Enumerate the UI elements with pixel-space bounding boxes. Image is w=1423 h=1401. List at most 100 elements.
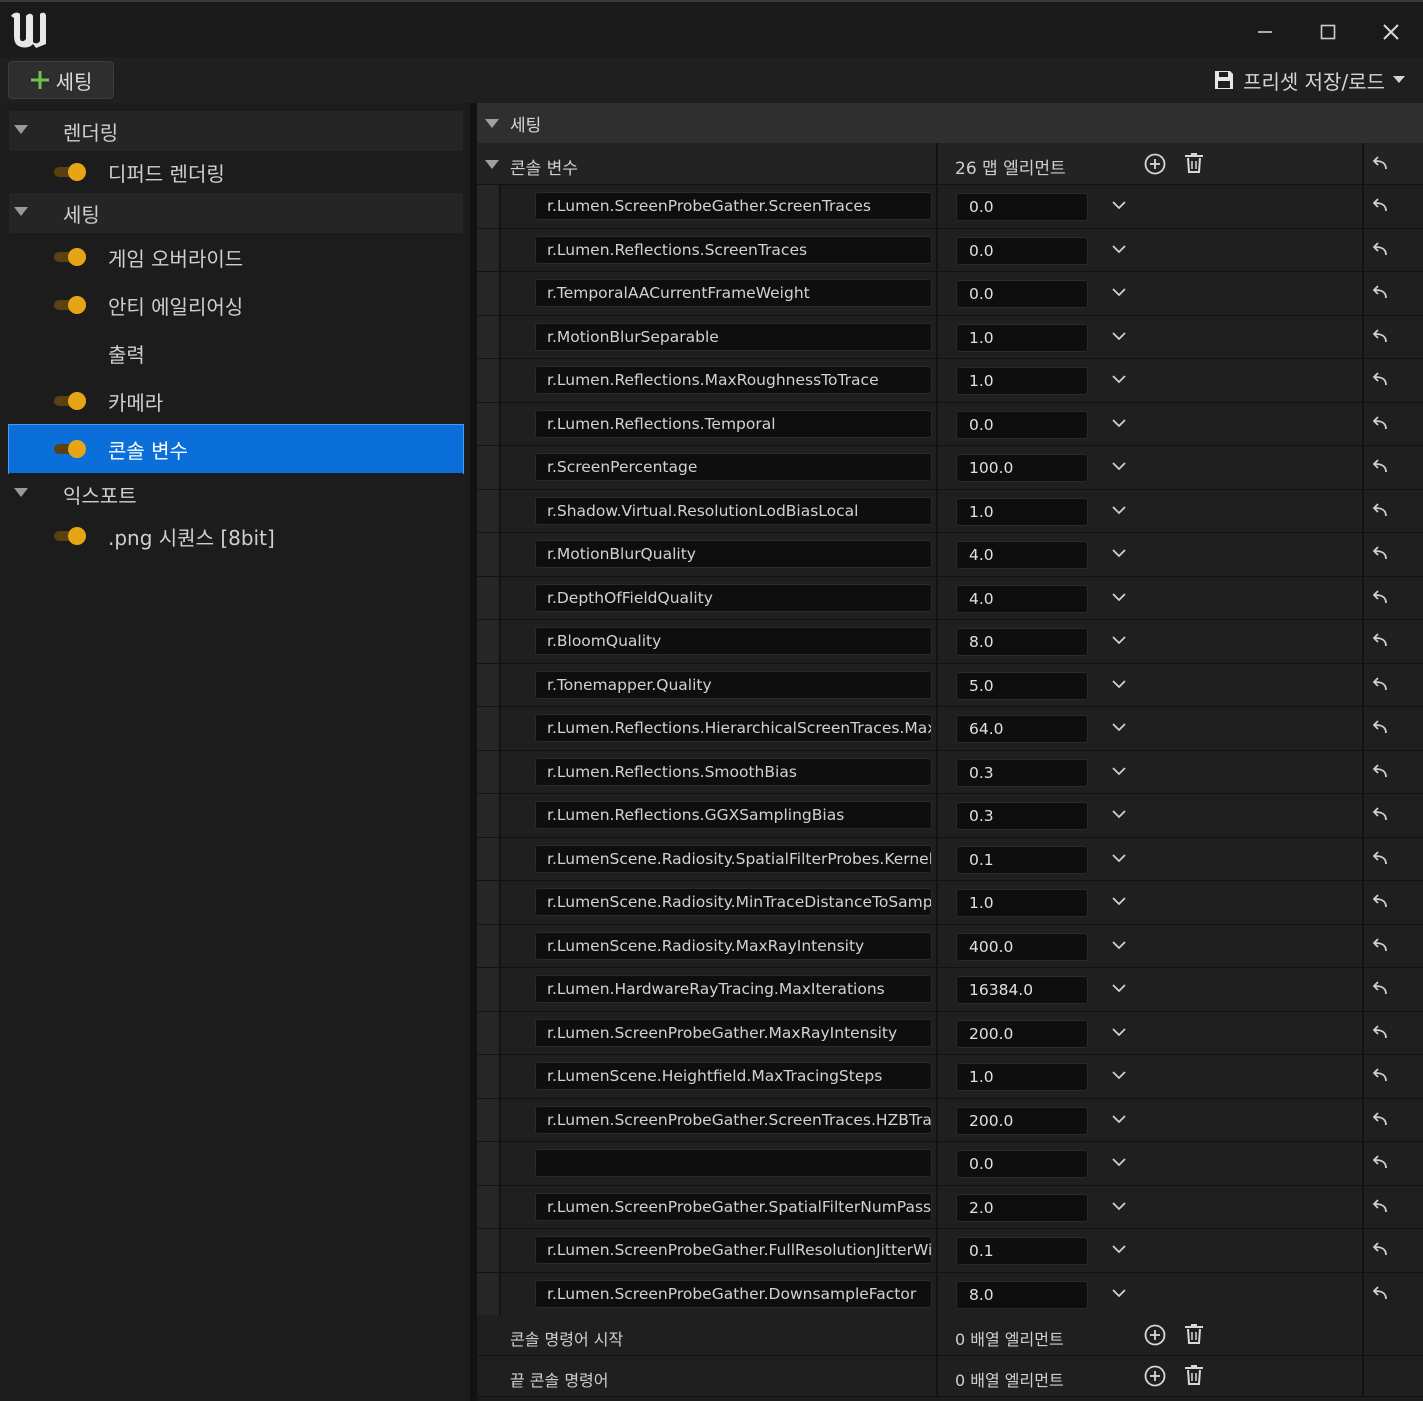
chevron-down-icon[interactable] (1110, 936, 1128, 954)
reset-to-default-icon[interactable] (1370, 979, 1390, 999)
chevron-down-icon[interactable] (1110, 457, 1128, 475)
category-group-rendering[interactable]: 렌더링 (9, 111, 463, 151)
chevron-down-icon[interactable] (1110, 1110, 1128, 1128)
chevron-down-icon[interactable] (1110, 1197, 1128, 1215)
cvar-key-input[interactable]: r.Lumen.Reflections.MaxRoughnessToTrace (535, 366, 932, 394)
cvar-key-input[interactable]: r.Lumen.Reflections.ScreenTraces (535, 235, 932, 264)
cvar-value-input[interactable]: 400.0 (956, 932, 1088, 961)
enable-toggle[interactable] (54, 296, 86, 314)
reset-to-default-icon[interactable] (1370, 718, 1390, 738)
reset-to-default-icon[interactable] (1370, 154, 1390, 174)
trash-icon[interactable] (1184, 1364, 1204, 1386)
reset-to-default-icon[interactable] (1370, 675, 1390, 695)
chevron-down-icon[interactable] (1110, 414, 1128, 432)
cvar-value-input[interactable]: 8.0 (956, 628, 1088, 656)
cvar-value-input[interactable]: 0.0 (956, 236, 1088, 265)
cvar-key-input[interactable]: r.Lumen.ScreenProbeGather.MaxRayIntensit… (535, 1018, 932, 1047)
cvar-value-input[interactable]: 8.0 (956, 1280, 1088, 1309)
add-settings-button[interactable]: 세팅 (8, 61, 114, 99)
cvar-value-input[interactable]: 0.3 (956, 802, 1088, 830)
cvar-key-input[interactable]: r.Lumen.ScreenProbeGather.SpatialFilterN… (535, 1192, 932, 1221)
reset-to-default-icon[interactable] (1370, 283, 1390, 303)
cvar-key-input[interactable]: r.ScreenPercentage (535, 453, 932, 481)
chevron-down-icon[interactable] (1110, 979, 1128, 997)
reset-to-default-icon[interactable] (1370, 1110, 1390, 1130)
chevron-down-icon[interactable] (1110, 283, 1128, 301)
cvar-key-input[interactable]: r.Lumen.Reflections.HierarchicalScreenTr… (535, 714, 932, 742)
reset-to-default-icon[interactable] (1370, 327, 1390, 347)
trash-icon[interactable] (1184, 1323, 1204, 1345)
cvar-value-input[interactable]: 100.0 (956, 454, 1088, 482)
chevron-down-icon[interactable] (1110, 718, 1128, 736)
enable-toggle[interactable] (54, 163, 86, 181)
cvar-key-input[interactable]: r.LumenScene.Heightfield.MaxTracingSteps (535, 1062, 932, 1090)
collapse-arrow-icon[interactable] (485, 160, 499, 169)
sidebar-item-game-override[interactable]: 게임 오버라이드 (9, 233, 463, 281)
cvar-value-input[interactable]: 1.0 (956, 323, 1088, 352)
cvar-value-input[interactable]: 16384.0 (956, 976, 1088, 1004)
add-element-icon[interactable] (1144, 153, 1166, 175)
reset-to-default-icon[interactable] (1370, 762, 1390, 782)
cvar-value-input[interactable]: 200.0 (956, 1019, 1088, 1048)
chevron-down-icon[interactable] (1110, 196, 1128, 214)
chevron-down-icon[interactable] (1110, 588, 1128, 606)
close-button[interactable] (1371, 14, 1411, 50)
enable-toggle[interactable] (54, 527, 86, 545)
cvar-key-input[interactable]: r.BloomQuality (535, 627, 932, 655)
enable-toggle[interactable] (54, 248, 86, 266)
chevron-down-icon[interactable] (1110, 370, 1128, 388)
cvar-value-input[interactable]: 1.0 (956, 1063, 1088, 1091)
cvar-value-input[interactable]: 2.0 (956, 1193, 1088, 1222)
cvar-value-input[interactable]: 1.0 (956, 497, 1088, 526)
reset-to-default-icon[interactable] (1370, 1197, 1390, 1217)
cvar-key-input[interactable]: r.Lumen.Reflections.SmoothBias (535, 757, 932, 786)
cvar-value-input[interactable]: 0.0 (956, 1150, 1088, 1178)
reset-to-default-icon[interactable] (1370, 849, 1390, 869)
cvar-key-input[interactable]: r.Tonemapper.Quality (535, 670, 932, 699)
cvar-value-input[interactable]: 0.1 (956, 845, 1088, 874)
cvar-value-input[interactable]: 4.0 (956, 584, 1088, 613)
reset-to-default-icon[interactable] (1370, 1153, 1390, 1173)
cvar-value-input[interactable]: 0.1 (956, 1237, 1088, 1265)
reset-to-default-icon[interactable] (1370, 501, 1390, 521)
minimize-button[interactable] (1245, 14, 1285, 50)
cvar-value-input[interactable]: 0.0 (956, 410, 1088, 439)
sidebar-item-deferred-rendering[interactable]: 디퍼드 렌더링 (9, 151, 463, 193)
reset-to-default-icon[interactable] (1370, 1023, 1390, 1043)
sidebar-item-png-sequence[interactable]: .png 시퀀스 [8bit] (9, 515, 463, 557)
sidebar-item-output[interactable]: 출력 (9, 329, 463, 377)
chevron-down-icon[interactable] (1110, 240, 1128, 258)
cvar-value-input[interactable]: 4.0 (956, 541, 1088, 569)
cvar-value-input[interactable]: 200.0 (956, 1106, 1088, 1135)
reset-to-default-icon[interactable] (1370, 631, 1390, 651)
reset-to-default-icon[interactable] (1370, 544, 1390, 564)
cvar-key-input[interactable]: r.DepthOfFieldQuality (535, 583, 932, 612)
chevron-down-icon[interactable] (1110, 631, 1128, 649)
cvar-key-input[interactable]: r.MotionBlurQuality (535, 540, 932, 568)
reset-to-default-icon[interactable] (1370, 1066, 1390, 1086)
cvar-key-input[interactable]: r.Lumen.ScreenProbeGather.ScreenTraces.H… (535, 1105, 932, 1134)
maximize-button[interactable] (1308, 14, 1348, 50)
enable-toggle[interactable] (54, 392, 86, 410)
cvar-key-input[interactable]: r.Lumen.Reflections.Temporal (535, 409, 932, 438)
reset-to-default-icon[interactable] (1370, 936, 1390, 956)
reset-to-default-icon[interactable] (1370, 892, 1390, 912)
cvar-value-input[interactable]: 0.3 (956, 758, 1088, 787)
cvar-key-input[interactable]: r.MotionBlurSeparable (535, 322, 932, 351)
enable-toggle[interactable] (54, 440, 86, 458)
chevron-down-icon[interactable] (1110, 501, 1128, 519)
reset-to-default-icon[interactable] (1370, 1240, 1390, 1260)
cvar-key-input[interactable] (535, 1149, 932, 1177)
chevron-down-icon[interactable] (1110, 805, 1128, 823)
cvar-key-input[interactable]: r.Lumen.ScreenProbeGather.DownsampleFact… (535, 1279, 932, 1308)
chevron-down-icon[interactable] (1110, 675, 1128, 693)
cvar-value-input[interactable]: 64.0 (956, 715, 1088, 743)
chevron-down-icon[interactable] (1110, 1023, 1128, 1041)
trash-icon[interactable] (1184, 152, 1204, 174)
reset-to-default-icon[interactable] (1370, 805, 1390, 825)
category-group-export[interactable]: 익스포트 (9, 473, 463, 515)
cvar-key-input[interactable]: r.LumenScene.Radiosity.MinTraceDistanceT… (535, 888, 932, 916)
reset-to-default-icon[interactable] (1370, 414, 1390, 434)
preset-save-load-button[interactable]: 프리셋 저장/로드 (1213, 63, 1405, 97)
cvar-key-input[interactable]: r.Lumen.ScreenProbeGather.FullResolution… (535, 1236, 932, 1264)
